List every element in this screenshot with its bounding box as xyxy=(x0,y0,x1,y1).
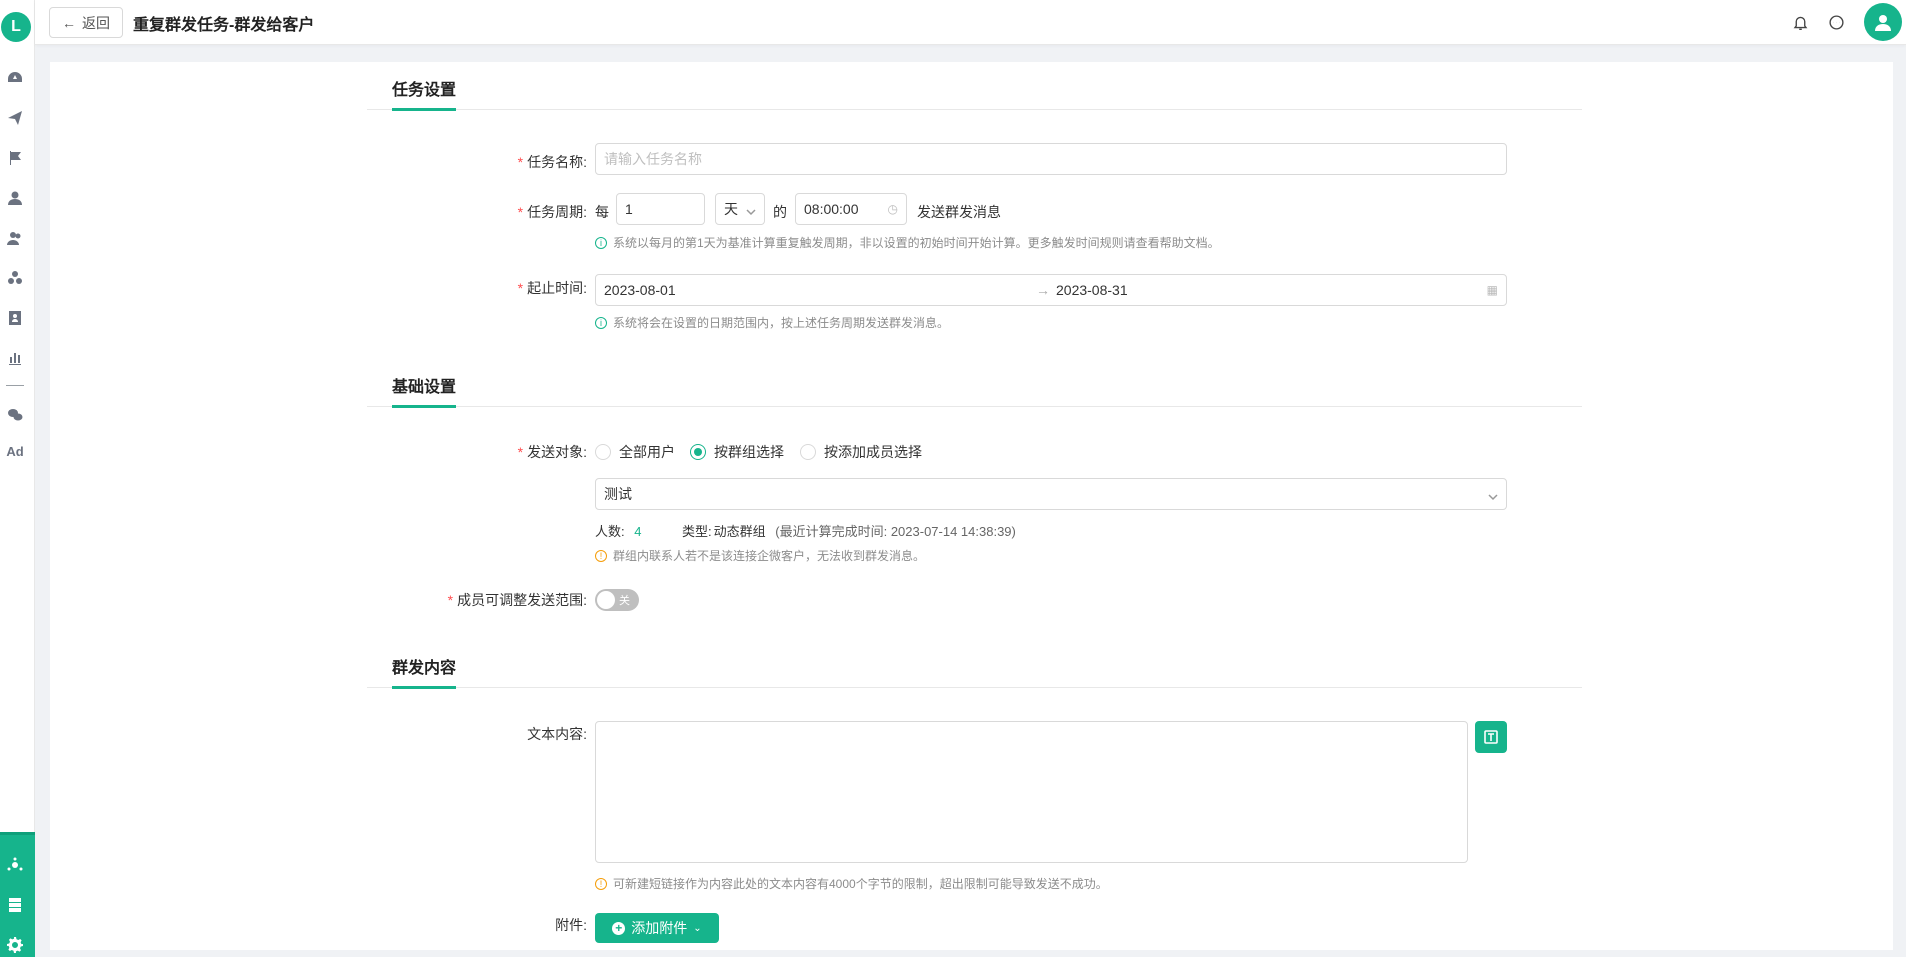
bell-icon[interactable] xyxy=(1790,12,1810,32)
bar-chart-icon[interactable] xyxy=(4,347,26,369)
chevron-down-icon xyxy=(746,204,756,216)
section-basic-settings: 基础设置 xyxy=(367,359,1582,408)
wechat-icon[interactable] xyxy=(4,404,26,426)
date-range-label: * 起止时间: xyxy=(517,280,587,296)
period-hint: i 系统以每月的第1天为基准计算重复触发周期，非以设置的初始时间开始计算。更多触… xyxy=(595,234,1220,251)
flag-icon[interactable] xyxy=(4,147,26,169)
radio-by-member[interactable]: 按添加成员选择 xyxy=(800,442,922,462)
group-type: 类型: 动态群组 (最近计算完成时间: 2023-07-14 14:38:39) xyxy=(682,524,1016,539)
period-suffix-text: 发送群发消息 xyxy=(917,204,1001,220)
plus-icon: + xyxy=(612,921,626,935)
dashboard-icon[interactable] xyxy=(4,67,26,89)
range-start[interactable]: 2023-08-01 xyxy=(604,282,676,298)
info-icon: i xyxy=(595,316,607,329)
range-end[interactable]: 2023-08-31 xyxy=(1056,282,1128,298)
settings-icon[interactable] xyxy=(4,934,26,956)
network-icon[interactable] xyxy=(4,854,26,876)
warning-icon: ! xyxy=(595,549,607,562)
sidebar-bottom-panel xyxy=(0,832,35,957)
clock-icon: ◷ xyxy=(887,202,898,216)
user-icon[interactable] xyxy=(4,187,26,209)
task-period-label: * 任务周期: xyxy=(517,204,587,220)
adjust-range-label: * 成员可调整发送范围: xyxy=(447,592,587,608)
group-count: 人数: 4 xyxy=(595,524,642,539)
insert-text-button[interactable] xyxy=(1475,721,1507,753)
top-header: ← 返回 重复群发任务-群发给客户 xyxy=(35,0,1906,45)
chevron-down-icon: ⌄ xyxy=(693,922,702,934)
date-range-hint: i 系统将会在设置的日期范围内，按上述任务周期发送群发消息。 xyxy=(595,314,949,331)
period-time-picker[interactable]: 08:00:00 ◷ xyxy=(795,193,907,225)
text-format-icon xyxy=(1484,730,1498,744)
calendar-icon: ▦ xyxy=(1486,283,1498,297)
add-attachment-button[interactable]: + 添加附件 ⌄ xyxy=(595,913,719,943)
date-range-picker[interactable]: 2023-08-01 → 2023-08-31 ▦ xyxy=(595,274,1507,306)
sidebar-divider xyxy=(6,385,24,386)
attachment-label: 附件: xyxy=(555,917,587,933)
app-logo[interactable]: L xyxy=(1,12,31,42)
period-every-text: 每 xyxy=(595,204,609,220)
page-title: 重复群发任务-群发给客户 xyxy=(133,17,315,34)
back-button[interactable]: ← 返回 xyxy=(49,7,123,38)
group-select[interactable]: 测试 xyxy=(595,478,1507,510)
task-name-label: * 任务名称: xyxy=(517,154,587,170)
section-title: 任务设置 xyxy=(392,76,457,111)
warning-icon: ! xyxy=(595,877,607,890)
arrow-right-icon: → xyxy=(1036,282,1050,298)
users-icon[interactable] xyxy=(4,227,26,249)
sidebar: L Ad xyxy=(0,0,35,957)
ad-icon[interactable]: Ad xyxy=(4,444,26,459)
text-content-hint: ! 可新建短链接作为内容此处的文本内容有4000个字节的限制，超出限制可能导致发… xyxy=(595,875,1108,892)
info-icon: i xyxy=(595,236,607,249)
period-unit-select[interactable]: 天 xyxy=(715,193,765,225)
chevron-down-icon xyxy=(1488,489,1498,501)
text-content-textarea[interactable] xyxy=(595,721,1468,863)
section-title: 基础设置 xyxy=(392,373,457,408)
section-task-settings: 任务设置 xyxy=(367,62,1582,111)
contact-card-icon[interactable] xyxy=(4,307,26,329)
arrow-left-icon: ← xyxy=(62,14,76,31)
section-content: 群发内容 xyxy=(367,640,1582,689)
chat-icon[interactable] xyxy=(1826,12,1846,32)
period-count-input[interactable]: 1 xyxy=(616,193,705,225)
radio-by-group[interactable]: 按群组选择 xyxy=(690,442,784,462)
send-icon[interactable] xyxy=(4,107,26,129)
server-icon[interactable] xyxy=(4,894,26,916)
text-content-label: 文本内容: xyxy=(527,726,587,742)
user-avatar[interactable] xyxy=(1864,3,1902,41)
main-content: 任务设置 * 任务名称: 请输入任务名称 * 任务周期: 每 1 天 的 08:00… xyxy=(50,62,1893,950)
send-target-label: * 发送对象: xyxy=(517,444,587,460)
cluster-icon[interactable] xyxy=(4,267,26,289)
task-name-input[interactable]: 请输入任务名称 xyxy=(595,143,1507,175)
radio-all-users[interactable]: 全部用户 xyxy=(595,442,675,462)
adjust-range-toggle[interactable]: 关 xyxy=(595,589,639,611)
back-button-label: 返回 xyxy=(82,14,110,31)
section-title: 群发内容 xyxy=(392,654,457,689)
group-hint: ! 群组内联系人若不是该连接企微客户，无法收到群发消息。 xyxy=(595,547,925,564)
period-of-text: 的 xyxy=(773,204,787,220)
